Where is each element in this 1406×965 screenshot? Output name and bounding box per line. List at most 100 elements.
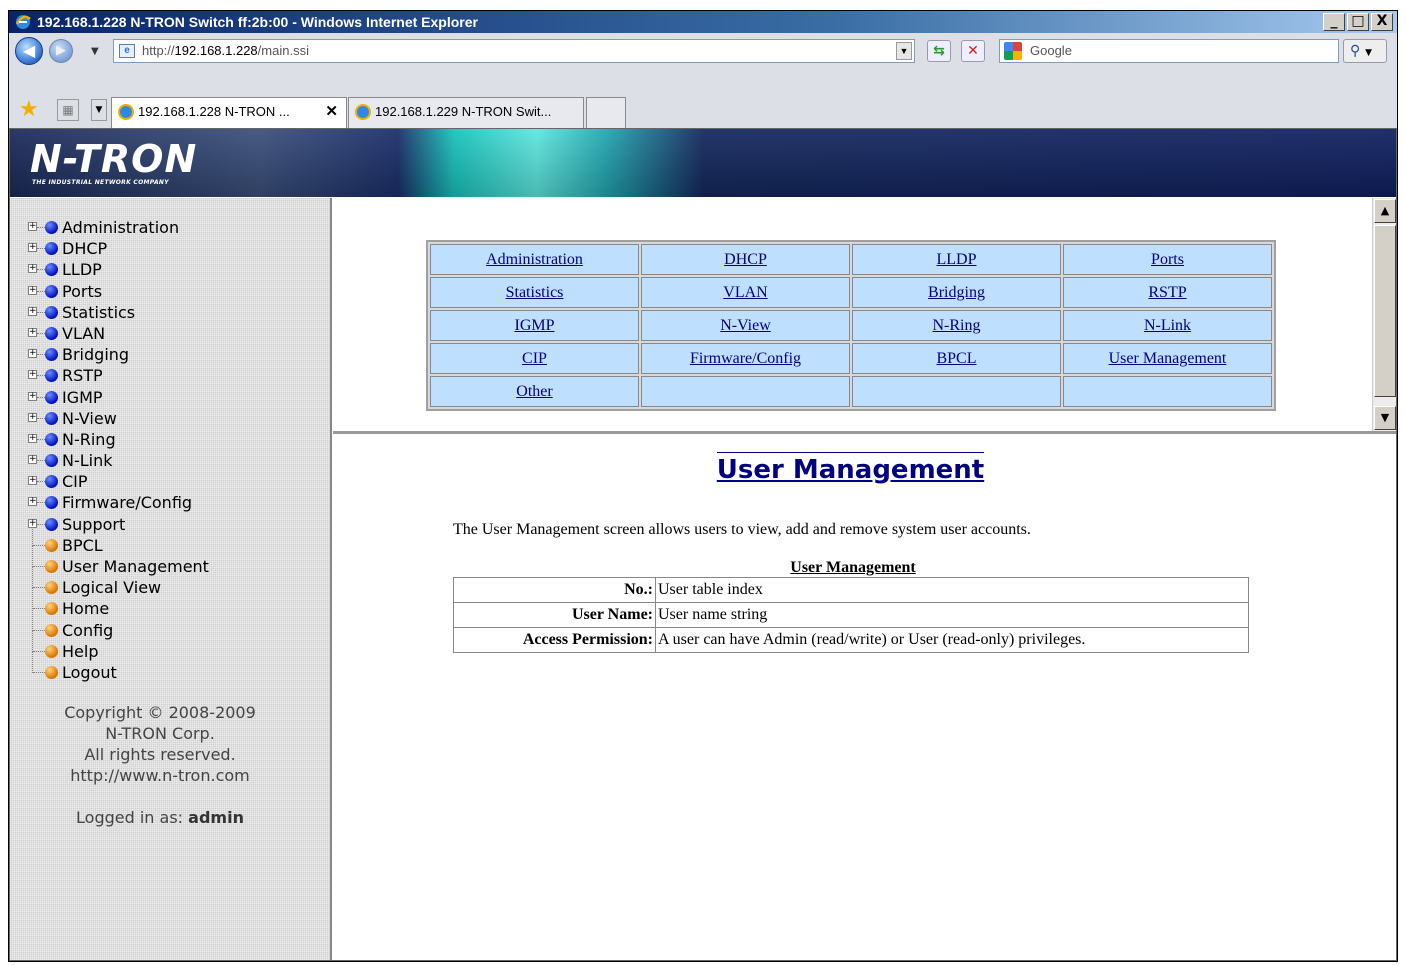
expand-icon[interactable]: +	[28, 455, 37, 465]
tab-list-dropdown-icon[interactable]: ▼	[91, 99, 107, 121]
sidebar-item-config[interactable]: Config	[28, 609, 209, 641]
expand-icon[interactable]: +	[28, 433, 37, 443]
link-bridging[interactable]: Bridging	[928, 284, 985, 301]
stop-icon[interactable]: ✕	[961, 40, 985, 62]
minimize-button[interactable]: _	[1323, 13, 1345, 31]
close-button[interactable]: X	[1371, 13, 1393, 31]
address-input[interactable]: e http://192.168.1.228/main.ssi ▼	[113, 39, 915, 63]
sidebar-item-n-ring[interactable]: + N-Ring	[28, 429, 209, 450]
sidebar-item-bridging[interactable]: + Bridging	[28, 344, 209, 365]
link-firmware-config[interactable]: Firmware/Config	[690, 350, 801, 367]
scroll-thumb[interactable]	[1374, 225, 1396, 397]
sidebar-item-help[interactable]: Help	[28, 630, 209, 662]
sidebar-item-lldp[interactable]: + LLDP	[28, 259, 209, 280]
sidebar-item-ports[interactable]: + Ports	[28, 281, 209, 302]
expand-icon[interactable]: +	[28, 476, 37, 486]
expand-icon[interactable]: +	[28, 222, 37, 231]
sidebar-item-home[interactable]: Home	[28, 588, 209, 619]
expand-icon[interactable]: +	[28, 327, 37, 337]
link-grid-cell[interactable]: Statistics	[430, 277, 639, 308]
link-cip[interactable]: CIP	[522, 350, 547, 367]
sidebar-item-label: Firmware/Config	[62, 493, 193, 513]
link-grid-cell[interactable]: BPCL	[852, 343, 1061, 374]
link-grid-cell[interactable]: VLAN	[641, 277, 850, 308]
link-grid-cell[interactable]: CIP	[430, 343, 639, 374]
link-grid-cell[interactable]: DHCP	[641, 244, 850, 275]
back-button[interactable]: ◀	[15, 37, 43, 65]
quick-tabs-icon[interactable]: ▦	[57, 99, 79, 121]
expand-icon[interactable]: +	[28, 349, 37, 359]
sidebar-item-bpcl[interactable]: BPCL	[28, 524, 209, 556]
close-tab-icon[interactable]: ✕	[325, 98, 338, 126]
link-user-management[interactable]: User Management	[1109, 350, 1227, 367]
sidebar-item-n-link[interactable]: + N-Link	[28, 450, 209, 471]
link-grid-cell[interactable]: N-Link	[1063, 310, 1272, 341]
sidebar-item-support[interactable]: + Support	[28, 514, 209, 535]
link-bpcl[interactable]: BPCL	[936, 350, 976, 367]
vertical-scrollbar[interactable]: ▲ ▼	[1372, 198, 1396, 431]
sidebar-item-vlan[interactable]: + VLAN	[28, 323, 209, 344]
tab-active[interactable]: 192.168.1.228 N-TRON ... ✕	[111, 97, 347, 128]
link-grid-cell[interactable]: Firmware/Config	[641, 343, 850, 374]
link-other[interactable]: Other	[516, 383, 552, 400]
address-toolbar: ◀ ▶ ▼ e http://192.168.1.228/main.ssi ▼ …	[9, 33, 1397, 69]
link-grid-cell[interactable]: User Management	[1063, 343, 1272, 374]
link-statistics[interactable]: Statistics	[506, 284, 564, 301]
link-grid-cell[interactable]: Other	[430, 376, 639, 407]
sidebar-item-n-view[interactable]: + N-View	[28, 408, 209, 429]
sidebar-item-rstp[interactable]: + RSTP	[28, 365, 209, 386]
link-lldp[interactable]: LLDP	[937, 251, 977, 268]
link-n-view[interactable]: N-View	[720, 317, 771, 334]
link-grid-cell[interactable]: IGMP	[430, 310, 639, 341]
link-n-link[interactable]: N-Link	[1144, 317, 1191, 334]
sidebar-item-dhcp[interactable]: + DHCP	[28, 238, 209, 259]
scroll-up-icon[interactable]: ▲	[1374, 199, 1396, 223]
sidebar-item-statistics[interactable]: + Statistics	[28, 302, 209, 323]
sidebar-item-logical-view[interactable]: Logical View	[28, 567, 209, 598]
favorites-star-icon[interactable]: ★	[19, 97, 39, 122]
link-administration[interactable]: Administration	[486, 251, 583, 268]
search-input[interactable]: Google	[999, 39, 1339, 63]
title-bar[interactable]: 192.168.1.228 N-TRON Switch ff:2b:00 - W…	[9, 11, 1397, 33]
link-grid-cell[interactable]: Administration	[430, 244, 639, 275]
expand-icon[interactable]: +	[28, 264, 37, 274]
sidebar-item-label: LLDP	[62, 260, 102, 280]
link-vlan[interactable]: VLAN	[723, 284, 767, 301]
history-dropdown-icon[interactable]: ▼	[91, 46, 99, 57]
link-grid-row: Other	[430, 376, 1272, 407]
sidebar-item-firmware-config[interactable]: + Firmware/Config	[28, 492, 209, 513]
expand-icon[interactable]: +	[28, 497, 37, 507]
address-dropdown-icon[interactable]: ▼	[896, 42, 912, 60]
sidebar-item-user-management[interactable]: User Management	[28, 546, 209, 577]
browser-window: 192.168.1.228 N-TRON Switch ff:2b:00 - W…	[8, 10, 1398, 962]
expand-icon[interactable]: +	[28, 306, 37, 316]
link-grid-cell[interactable]: N-View	[641, 310, 850, 341]
link-ports[interactable]: Ports	[1151, 251, 1184, 268]
link-grid-cell[interactable]: Bridging	[852, 277, 1061, 308]
link-grid-cell[interactable]: LLDP	[852, 244, 1061, 275]
expand-icon[interactable]: +	[28, 391, 37, 401]
scroll-down-icon[interactable]: ▼	[1374, 406, 1396, 430]
new-tab-button[interactable]	[586, 97, 626, 128]
refresh-icon[interactable]: ⇆	[927, 40, 951, 62]
expand-icon[interactable]: +	[28, 285, 37, 295]
expand-icon[interactable]: +	[28, 243, 37, 253]
sidebar-item-administration[interactable]: + Administration	[28, 217, 209, 238]
link-grid-cell[interactable]: N-Ring	[852, 310, 1061, 341]
link-rstp[interactable]: RSTP	[1148, 284, 1186, 301]
link-igmp[interactable]: IGMP	[514, 317, 554, 334]
tab-inactive[interactable]: 192.168.1.229 N-TRON Swit...	[348, 97, 584, 128]
expand-icon[interactable]: +	[28, 370, 37, 380]
search-button[interactable]: ⚲ ▼	[1343, 39, 1387, 63]
expand-icon[interactable]: +	[28, 412, 37, 422]
link-grid-cell[interactable]: RSTP	[1063, 277, 1272, 308]
sidebar-item-igmp[interactable]: + IGMP	[28, 387, 209, 408]
forward-button[interactable]: ▶	[49, 39, 73, 63]
link-dhcp[interactable]: DHCP	[724, 251, 767, 268]
maximize-button[interactable]: □	[1347, 13, 1369, 31]
link-grid-cell[interactable]: Ports	[1063, 244, 1272, 275]
sidebar-item-logout[interactable]: Logout	[28, 651, 209, 683]
sidebar-item-cip[interactable]: + CIP	[28, 471, 209, 492]
folder-ball-icon	[45, 221, 58, 234]
link-n-ring[interactable]: N-Ring	[933, 317, 981, 334]
